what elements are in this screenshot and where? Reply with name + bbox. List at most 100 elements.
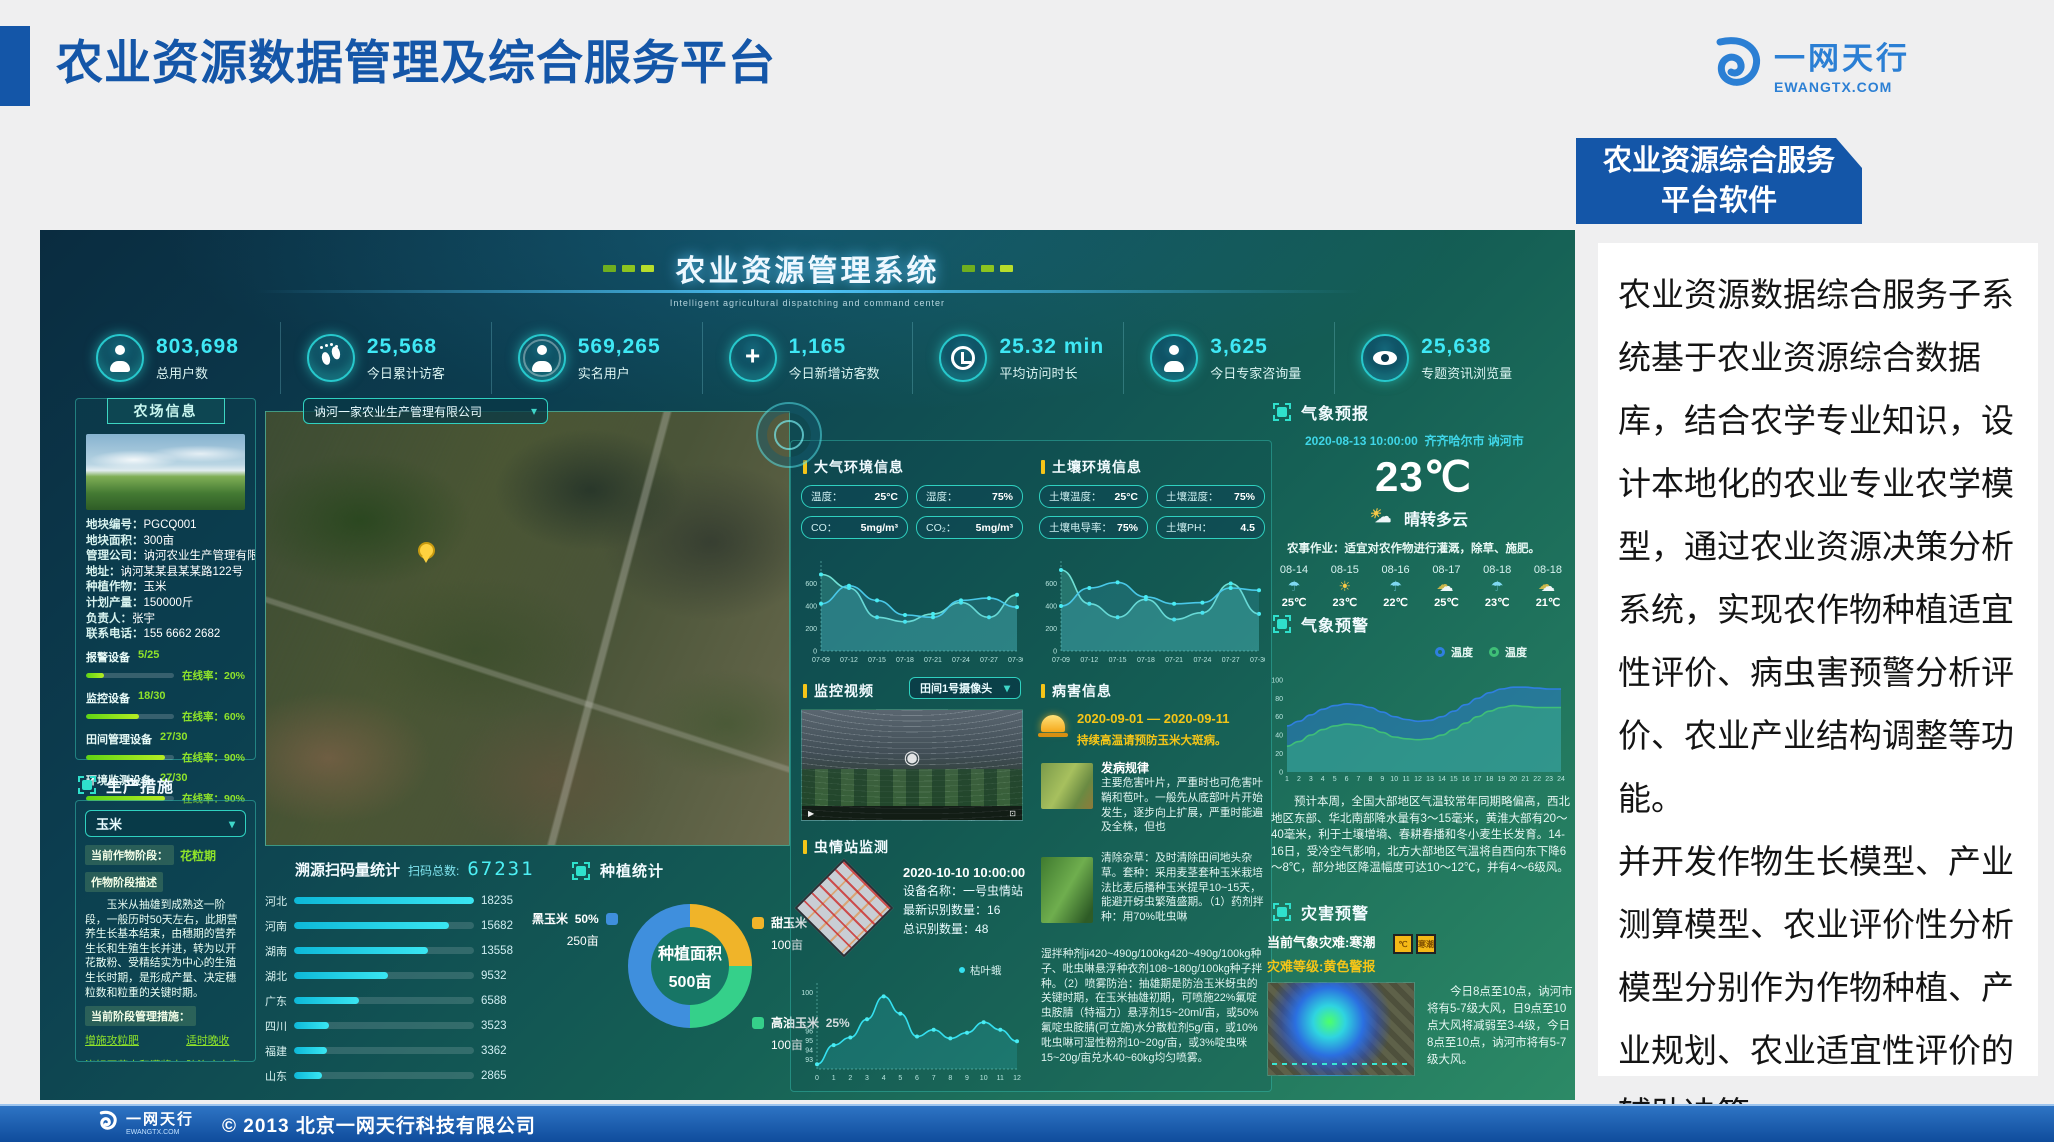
svg-text:0: 0: [1053, 649, 1057, 656]
device-online-rate: 在线率：60%: [182, 709, 245, 724]
svg-text:93: 93: [805, 1057, 813, 1064]
badge-label: 湿度：: [926, 489, 958, 504]
svg-text:07-21: 07-21: [924, 657, 942, 664]
insect-time: 2020-10-10 10:00:00: [903, 863, 1025, 882]
insect-trap-image: [795, 859, 894, 958]
svg-text:07-24: 07-24: [1193, 657, 1211, 664]
trace-bar-value: 18235: [481, 895, 527, 907]
kpi-label: 今日专家咨询量: [1210, 363, 1301, 382]
svg-text:100: 100: [801, 990, 813, 997]
warning-text: 预计本周，全国大部地区气温较常年同期略偏高，西北地区东部、华北南部降水量有3～1…: [1271, 794, 1571, 877]
svg-text:23: 23: [1545, 776, 1553, 783]
measure-link[interactable]: 浇好开花水和灌浆水: [85, 1057, 182, 1062]
farm-field-value: 张宇: [132, 613, 155, 625]
video-player[interactable]: ◉ ▶ ⊡: [801, 709, 1023, 821]
trace-bar-fill: [294, 947, 428, 954]
footer-logo-swirl-icon: [96, 1110, 118, 1139]
svg-text:0: 0: [1279, 770, 1283, 777]
kpi-value: 3,625: [1210, 335, 1301, 359]
company-logo: 一网天行 EWANGTX.COM: [1706, 36, 1910, 101]
weather-icon: [1322, 576, 1368, 596]
dashboard-title: 农业资源管理系统: [676, 246, 940, 290]
farm-field-value: 155 6662 2682: [144, 628, 221, 640]
crop-select-value: 玉米: [96, 814, 122, 833]
video-section-header: 监控视频: [803, 681, 874, 701]
video-controls[interactable]: ▶ ⊡: [802, 806, 1022, 820]
device-count: 27/30: [160, 731, 188, 747]
camera-select[interactable]: 田间1号摄像头 ▾: [909, 677, 1021, 699]
kpi-icon: [729, 334, 777, 382]
production-corner-icon: [78, 776, 96, 794]
forecast-header: 气象预报: [1273, 400, 1369, 424]
forecast-title: 气象预报: [1301, 400, 1369, 424]
insect-chart: 939495961000123456789101112: [797, 977, 1023, 1083]
badge-value: 5mg/m³: [976, 522, 1013, 534]
device-status-row: 报警设备 5/25 在线率：20%: [86, 649, 245, 683]
satellite-imagery[interactable]: [265, 411, 790, 846]
section-marker: [803, 684, 807, 698]
disease-thumbnail-1: [1041, 763, 1093, 809]
badge-label: 土壤湿度：: [1166, 489, 1219, 504]
farm-field-row: 负责人：张宇: [76, 612, 255, 628]
crop-select[interactable]: 玉米 ▾: [85, 810, 246, 837]
play-icon[interactable]: ◉: [904, 747, 921, 770]
svg-text:07-12: 07-12: [1080, 657, 1098, 664]
satellite-map[interactable]: 讷河一家农业生产管理有限公司 ▾: [265, 398, 790, 846]
svg-text:07-12: 07-12: [840, 657, 858, 664]
svg-text:07-18: 07-18: [896, 657, 914, 664]
farm-company-select-value: 讷河一家农业生产管理有限公司: [314, 403, 482, 420]
svg-text:7: 7: [1357, 776, 1361, 783]
farming-advice: 农事作业：适宜对农作物进行灌溉，除草、施肥。: [1287, 540, 1540, 556]
video-fullscreen-icon[interactable]: ⊡: [1009, 809, 1016, 818]
forecast-temp: 21℃: [1525, 596, 1571, 609]
planting-header: 种植统计: [572, 860, 664, 881]
insect-title: 虫情站监测: [814, 837, 889, 857]
soil-section-header: 土壤环境信息: [1041, 457, 1142, 477]
farm-field-row: 地块面积：300亩: [76, 534, 255, 550]
production-panel: 玉米 ▾ 当前作物阶段： 花粒期 作物阶段描述 玉米从抽雄到成熟这一阶段，一般历…: [75, 800, 256, 1062]
svg-text:2: 2: [1297, 776, 1301, 783]
svg-text:60: 60: [1275, 714, 1283, 721]
measure-link[interactable]: 适时晚收: [186, 1032, 251, 1048]
trace-bar-value: 9532: [481, 970, 527, 982]
trace-scan-panel: 溯源扫码量统计 扫码总数: 67231 河北18235河南15682湖南1355…: [245, 858, 527, 1094]
trace-bar-track: [294, 997, 474, 1004]
map-pin-icon[interactable]: [418, 542, 435, 559]
video-play-button[interactable]: ▶: [808, 809, 814, 818]
ch-insect-svg: 939495961000123456789101112: [797, 977, 1023, 1083]
badge-label: 土壤温度：: [1049, 489, 1102, 504]
insect-field: 总识别数量：48: [903, 920, 1025, 939]
forecast-temp: 23℃: [1474, 596, 1520, 609]
farm-field-row: 种植作物：玉米: [76, 580, 255, 596]
legend-swatch: [606, 913, 618, 925]
kpi-value: 1,165: [789, 335, 880, 359]
disease-section-header: 病害信息: [1041, 681, 1112, 701]
farm-info-tab[interactable]: 农场信息: [107, 398, 225, 424]
logo-swirl-icon: [1706, 36, 1764, 101]
insect-info: 2020-10-10 10:00:00 设备名称：一号虫情站 最新识别数量：16…: [903, 863, 1025, 939]
farm-field-label: 管理公司：: [86, 550, 144, 562]
svg-text:5: 5: [898, 1075, 902, 1082]
current-condition: ☀☁ 晴转多云: [1369, 506, 1468, 530]
ch-atmo-svg: 020040060007-0907-1207-1507-1807-2107-24…: [797, 553, 1023, 665]
disaster-current: 当前气象灾难:寒潮: [1267, 932, 1375, 951]
description-panel: 农业资源数据综合服务子系统基于农业资源综合数据库，结合农学专业知识，设计本地化的…: [1598, 243, 2038, 1076]
production-header: 生产措施: [78, 773, 174, 797]
svg-text:6: 6: [915, 1075, 919, 1082]
disease-thumbnail-2: [1041, 857, 1093, 923]
side-banner: 农业资源综合服务平台软件: [1576, 138, 1862, 224]
svg-text:600: 600: [805, 581, 817, 588]
svg-text:8: 8: [948, 1075, 952, 1082]
svg-text:400: 400: [805, 604, 817, 611]
measure-link[interactable]: 增施攻粒肥: [85, 1032, 182, 1048]
warning-legend-item: 温度: [1435, 644, 1473, 660]
svg-text:8: 8: [1368, 776, 1372, 783]
kpi-stat: 25,568 今日累计访客: [281, 322, 492, 394]
header-dashes-right-icon: [962, 265, 1013, 272]
stage-description: 玉米从抽雄到成熟这一阶段，一般历时50天左右，此期营养生长基本结束，由穗期的营养…: [85, 898, 246, 1000]
farm-field-label: 种植作物：: [86, 581, 144, 593]
footer-brand-domain: EWANGTX.COM: [126, 1129, 194, 1136]
farm-company-select[interactable]: 讷河一家农业生产管理有限公司 ▾: [303, 398, 548, 424]
svg-text:07-15: 07-15: [1109, 657, 1127, 664]
measure-link[interactable]: 防治病虫害: [186, 1057, 251, 1062]
